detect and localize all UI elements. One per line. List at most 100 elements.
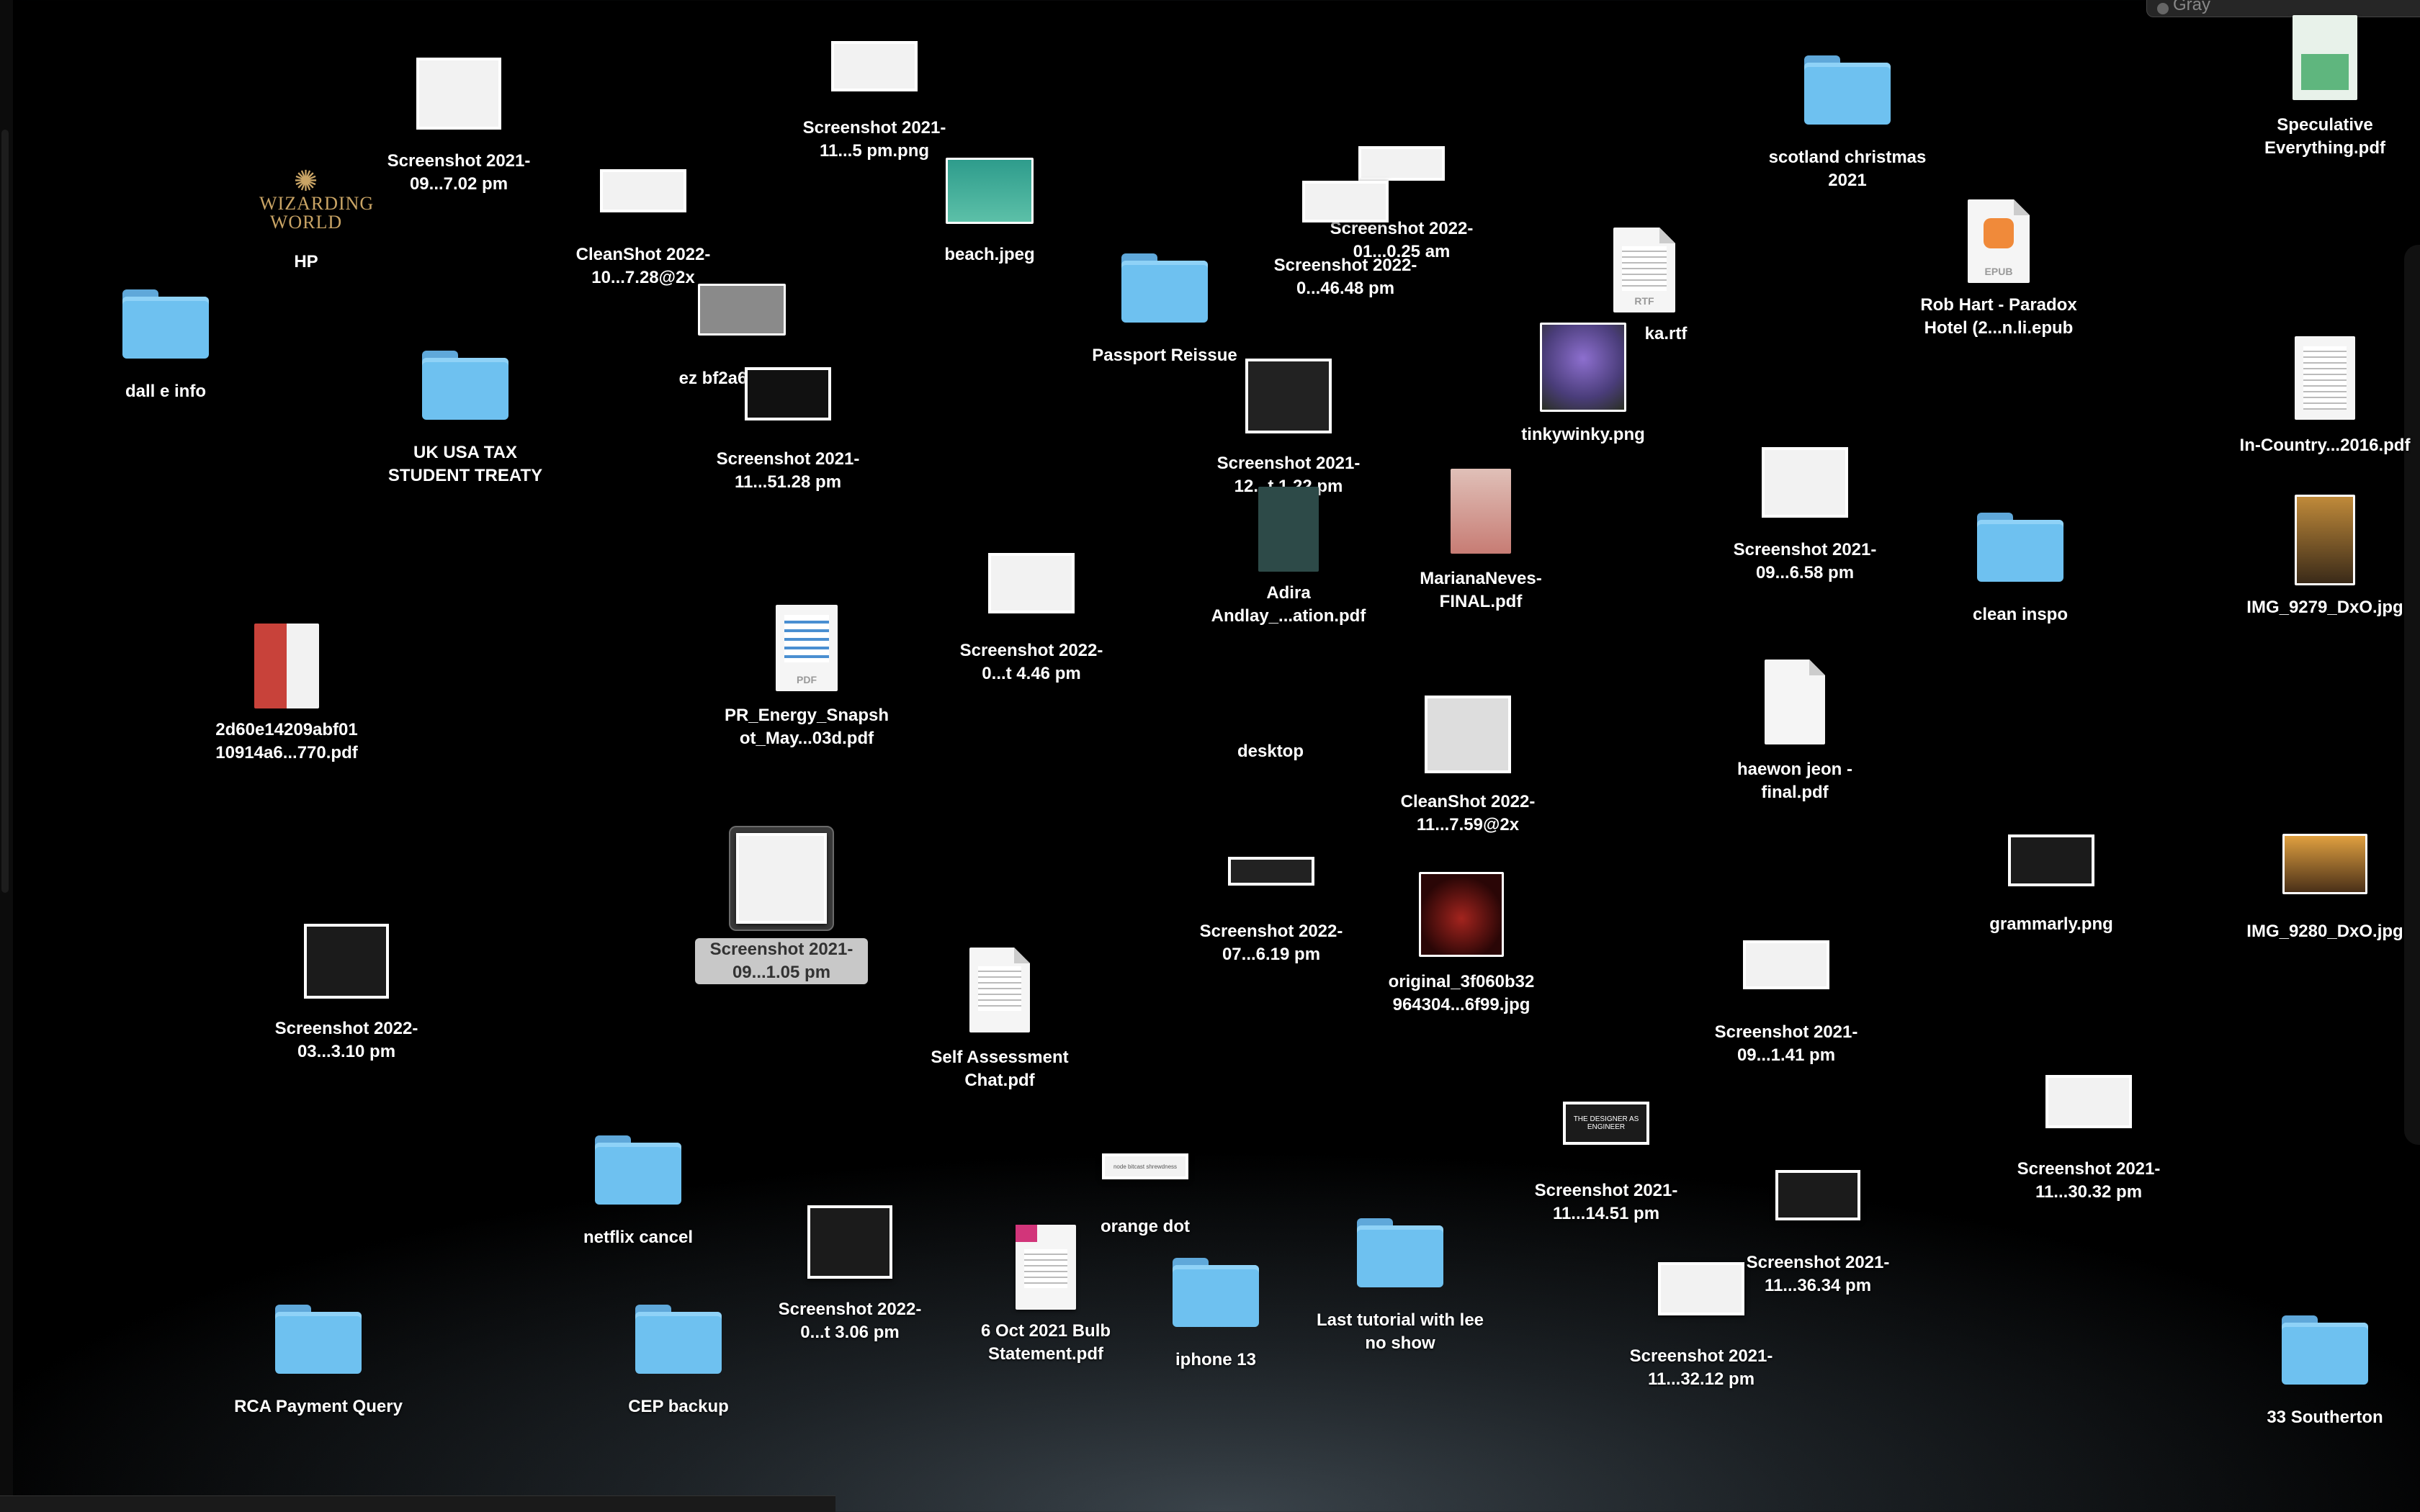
desktop-item-folder[interactable]: clean inspo: [1934, 497, 2107, 626]
item-label: Screenshot 2022-0...t 4.46 pm: [959, 641, 1103, 683]
item-label: Screenshot 2022-0...t 3.06 pm: [778, 1300, 922, 1342]
folder-icon: [422, 351, 508, 420]
screenshot-thumbnail: [831, 41, 918, 91]
desktop-item-pdf[interactable]: Adira Andlay_...ation.pdf: [1202, 482, 1375, 628]
desktop-item-screenshot[interactable]: Screenshot 2022-07...6.19 pm: [1185, 828, 1358, 966]
desktop-item-image[interactable]: IMG_9279_DxO.jpg: [2238, 490, 2411, 619]
desktop-item-folder[interactable]: CEP backup: [592, 1289, 765, 1418]
screenshot-thumbnail: [1762, 447, 1848, 518]
item-label: Adira Andlay_...ation.pdf: [1211, 583, 1366, 626]
desktop-item-image[interactable]: IMG_9280_DxO.jpg: [2238, 814, 2411, 943]
item-label: Speculative Everything.pdf: [2264, 115, 2385, 158]
selection-highlight: [729, 826, 834, 931]
desktop-item-screenshot[interactable]: Screenshot 2022-0...t 4.46 pm: [945, 533, 1118, 685]
item-label: Last tutorial with lee no show: [1316, 1310, 1484, 1353]
desktop-item-folder[interactable]: UK USA TAX STUDENT TREATY: [379, 335, 552, 487]
item-label: Screenshot 2021-11...32.12 pm: [1629, 1346, 1773, 1389]
item-label: grammarly.png: [1989, 914, 2113, 934]
item-label: Screenshot 2022-0...46.48 pm: [1273, 256, 1417, 298]
screenshot-thumbnail: [1775, 1170, 1860, 1220]
item-label: 33 Southerton: [2267, 1408, 2383, 1427]
pdf-document-icon: [1765, 660, 1825, 744]
desktop-item-folder[interactable]: scotland christmas 2021: [1761, 40, 1934, 192]
item-label: RCA Payment Query: [234, 1397, 403, 1416]
desktop-item-cleanshot[interactable]: CleanShot 2022-10...7.28@2x: [557, 144, 730, 289]
screenshot-thumbnail: [416, 58, 501, 130]
item-label: iphone 13: [1175, 1350, 1257, 1369]
left-scrollbar[interactable]: [1, 130, 9, 893]
item-label: Screenshot 2021-09...7.02 pm: [387, 151, 531, 194]
desktop-item-screenshot[interactable]: Screenshot 2021-11...51.28 pm: [702, 346, 874, 494]
image-thumbnail: [1419, 872, 1504, 957]
item-label: In-Country...2016.pdf: [2239, 436, 2411, 455]
desktop-item-folder[interactable]: RCA Payment Query: [232, 1289, 405, 1418]
rtf-document-icon: RTF: [1613, 228, 1675, 312]
desktop-item-screenshot[interactable]: Screenshot 2021-09...1.41 pm: [1700, 914, 1873, 1067]
desktop-item-screenshot[interactable]: THE DESIGNER AS ENGINEER Screenshot 2021…: [1520, 1073, 1693, 1225]
item-label: 6 Oct 2021 Bulb Statement.pdf: [980, 1321, 1111, 1364]
desktop-item-screenshot[interactable]: Screenshot 2021-09...6.58 pm: [1718, 432, 1891, 585]
desktop-item-desktop[interactable]: desktop: [1184, 734, 1357, 763]
desktop-item-pdf[interactable]: 6 Oct 2021 Bulb Statement.pdf: [959, 1220, 1132, 1366]
desktop-item-screenshot[interactable]: Screenshot 2022-0...46.48 pm: [1259, 155, 1432, 300]
desktop-item-pdf[interactable]: PDF PR_Energy_Snapshot_May...03d.pdf: [720, 598, 893, 750]
desktop-item-screenshot[interactable]: Screenshot 2022-03...3.10 pm: [260, 911, 433, 1063]
desktop-item-screenshot[interactable]: Screenshot 2021-11...30.32 pm: [2002, 1051, 2175, 1204]
item-label: IMG_9279_DxO.jpg: [2246, 598, 2403, 617]
image-thumbnail: [946, 158, 1034, 224]
item-label: CleanShot 2022-11...7.59@2x: [1400, 792, 1536, 834]
desktop-item-folder[interactable]: dall e info: [79, 274, 252, 403]
folder-icon: [275, 1305, 362, 1374]
desktop-item-image[interactable]: grammarly.png: [1965, 814, 2138, 936]
item-label: dall e info: [125, 382, 206, 401]
item-label: UK USA TAX STUDENT TREATY: [387, 443, 543, 485]
screenshot-thumbnail: [736, 833, 827, 924]
desktop-item-folder[interactable]: netflix cancel: [552, 1120, 725, 1249]
screenshot-thumbnail: [600, 169, 686, 212]
desktop-item-cleanshot[interactable]: CleanShot 2022-11...7.59@2x: [1381, 684, 1554, 837]
folder-icon: [635, 1305, 722, 1374]
gray-dot-icon: [2157, 3, 2169, 14]
desktop-item-screenshot-selected[interactable]: Screenshot 2021-09...1.05 pm: [695, 824, 868, 984]
desktop-item-pdf[interactable]: haewon jeon - final.pdf: [1708, 652, 1881, 804]
image-thumbnail: [698, 284, 786, 336]
desktop-item-folder[interactable]: 33 Southerton: [2238, 1300, 2411, 1429]
screenshot-thumbnail: [1302, 181, 1389, 222]
folder-icon: [1121, 253, 1208, 323]
desktop-item-pdf[interactable]: MarianaNeves-FINAL.pdf: [1394, 461, 1567, 613]
item-label: PR_Energy_Snapshot_May...03d.pdf: [724, 706, 889, 748]
desktop-item-folder[interactable]: Last tutorial with lee no show: [1314, 1202, 1487, 1355]
desktop-item-folder[interactable]: iphone 13: [1129, 1242, 1302, 1372]
pdf-cover-thumbnail: [1258, 487, 1319, 572]
desktop-item-pdf[interactable]: In-Country...2016.pdf: [2238, 328, 2411, 457]
desktop-item-screenshot[interactable]: Screenshot 2021-11...5 pm.png: [788, 22, 961, 163]
screenshot-thumbnail: [2008, 834, 2094, 886]
item-label: Screenshot 2022-03...3.10 pm: [274, 1019, 418, 1061]
wizarding-world-logo: ✺ WIZARDING WORLD: [259, 164, 375, 233]
epub-book-icon: EPUB: [1968, 199, 2030, 283]
item-label: haewon jeon - final.pdf: [1736, 760, 1852, 802]
folder-icon: [2282, 1315, 2368, 1385]
folder-icon: [1173, 1258, 1259, 1327]
desktop-item-pdf[interactable]: 2d60e14209abf01 10914a6...770.pdf: [200, 619, 373, 765]
desktop-item-pdf[interactable]: Speculative Everything.pdf: [2238, 7, 2411, 160]
desktop-item-image[interactable]: tinkywinky.png: [1497, 317, 1670, 446]
item-label: beach.jpeg: [944, 245, 1035, 264]
image-thumbnail: [2282, 834, 2367, 894]
desktop-item-epub[interactable]: EPUB Rob Hart - Paradox Hotel (2...n.li.…: [1912, 194, 2085, 340]
desktop-item-screenshot[interactable]: Screenshot 2022-0...t 3.06 pm: [763, 1192, 936, 1344]
desktop-item-image[interactable]: original_3f060b32 964304...6f99.jpg: [1375, 864, 1548, 1017]
desktop-item-pdf[interactable]: Self Assessment Chat.pdf: [913, 940, 1086, 1092]
pdf-cover-thumbnail: [254, 624, 319, 708]
desktop-item-beach-jpeg[interactable]: beach.jpeg: [903, 144, 1076, 266]
item-label: scotland christmas 2021: [1768, 148, 1927, 190]
screenshot-thumbnail: [745, 367, 831, 420]
desktop-item-hp[interactable]: ✺ WIZARDING WORLD HP: [220, 158, 393, 274]
item-label: Screenshot 2021-09...1.41 pm: [1714, 1022, 1858, 1065]
screenshot-thumbnail: THE DESIGNER AS ENGINEER: [1563, 1102, 1649, 1145]
desktop-item-screenshot[interactable]: Screenshot 2021-09...7.02 pm: [372, 43, 545, 196]
item-label: Screenshot 2021-11...30.32 pm: [2017, 1159, 2161, 1202]
desktop-item-screenshot[interactable]: Screenshot 2021-11...32.12 pm: [1615, 1238, 1788, 1391]
screenshot-thumbnail: [1743, 940, 1829, 989]
desktop-item-screenshot[interactable]: Screenshot 2021-12...t 1.22 pm: [1202, 346, 1375, 498]
